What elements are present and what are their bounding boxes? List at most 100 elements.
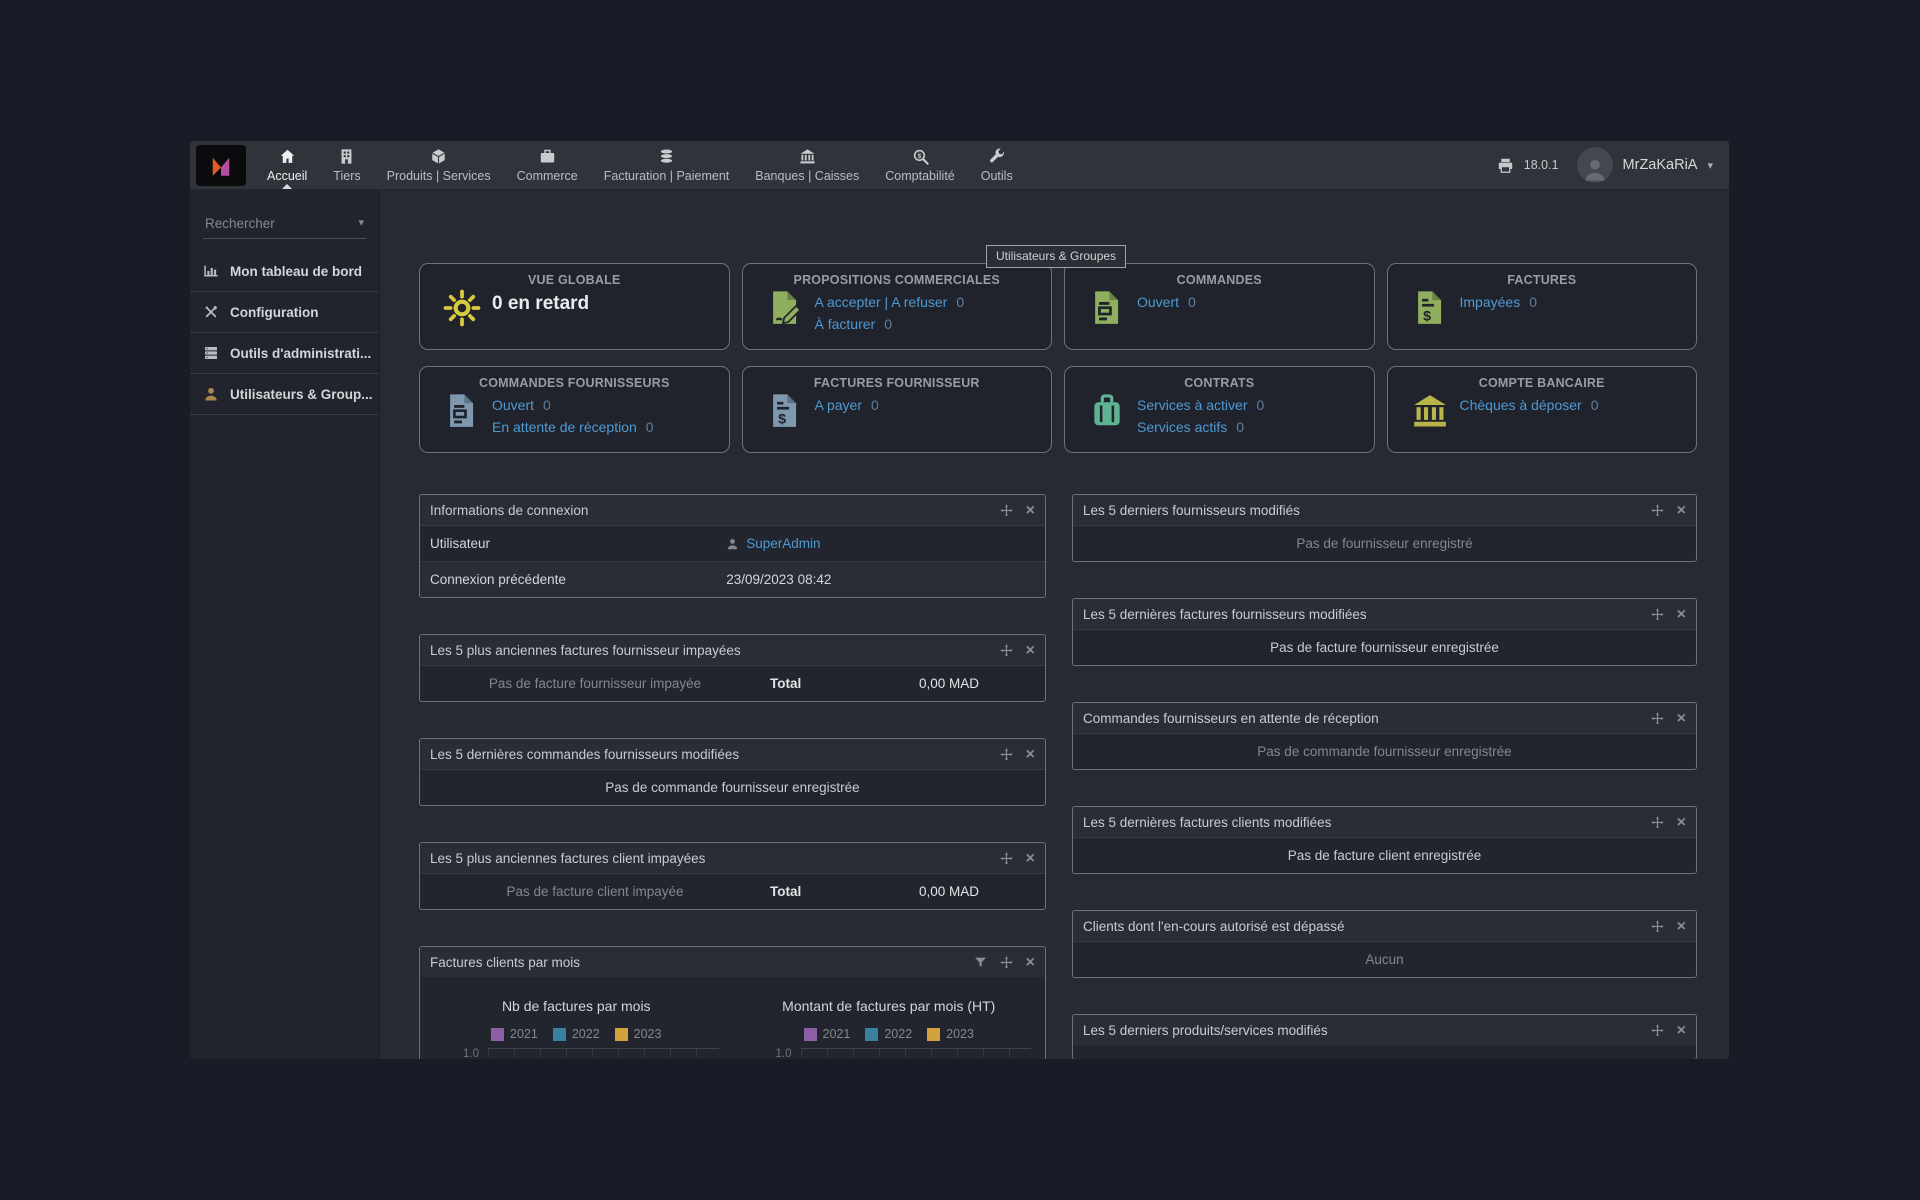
link-a-facturer[interactable]: À facturer [815, 316, 876, 332]
widget-title: Informations de connexion [430, 503, 588, 518]
printer-icon[interactable] [1497, 157, 1514, 174]
search-input[interactable] [203, 213, 366, 238]
card-contrats[interactable]: CONTRATS Services à activer0 Services ac… [1064, 366, 1375, 453]
nav-item-tiers[interactable]: Tiers [320, 141, 373, 189]
sidebar-item-configuration[interactable]: Configuration [190, 292, 379, 333]
link-a-accepter-refuser[interactable]: A accepter | A refuser [815, 294, 948, 310]
link-impayees[interactable]: Impayées [1460, 294, 1521, 310]
widget-informations-connexion: Informations de connexion × Utilisateur … [419, 494, 1046, 598]
ytick-label: 1.0 [420, 1048, 488, 1059]
sidebar-item-utilisateurs-groupes[interactable]: Utilisateurs & Group... [190, 374, 379, 415]
card-vue-globale[interactable]: VUE GLOBALE 0 en retard [419, 263, 730, 350]
move-icon[interactable] [1000, 748, 1013, 761]
nav-item-commerce[interactable]: Commerce [504, 141, 591, 189]
close-icon[interactable]: × [1026, 644, 1035, 657]
widget-title: Les 5 plus anciennes factures client imp… [430, 851, 705, 866]
nav-item-comptabilite[interactable]: Comptabilité [872, 141, 967, 189]
close-icon[interactable]: × [1677, 712, 1686, 725]
move-icon[interactable] [1000, 644, 1013, 657]
info-row-utilisateur: Utilisateur SuperAdmin [420, 525, 1045, 561]
empty-message: Pas de facture client enregistrée [1073, 837, 1696, 873]
close-icon[interactable]: × [1677, 816, 1686, 829]
close-icon[interactable]: × [1026, 956, 1035, 969]
close-icon[interactable]: × [1026, 852, 1035, 865]
sidebar-item-tableau-de-bord[interactable]: Mon tableau de bord [190, 251, 379, 292]
sidebar-item-label: Mon tableau de bord [230, 264, 362, 279]
card-commandes[interactable]: COMMANDES Ouvert0 [1064, 263, 1375, 350]
link-ouvert[interactable]: Ouvert [1137, 294, 1179, 310]
link-services-actifs[interactable]: Services actifs [1137, 419, 1227, 435]
card-factures[interactable]: FACTURES Impayées0 [1387, 263, 1698, 350]
chart-nb-factures: Nb de factures par mois 2021 2022 2023 1… [420, 998, 733, 1059]
chevron-down-icon[interactable]: ▾ [1707, 159, 1713, 172]
wrench-icon [988, 148, 1005, 165]
sidebar-item-outils-administration[interactable]: Outils d'administrati... [190, 333, 379, 374]
total-row: Pas de facture client impayée Total 0,00… [420, 873, 1045, 909]
card-propositions-commerciales[interactable]: PROPOSITIONS COMMERCIALES A accepter | A… [742, 263, 1053, 350]
empty-message: Pas de commande fournisseur enregistrée [1073, 733, 1696, 769]
nav-item-banques-caisses[interactable]: Banques | Caisses [742, 141, 872, 189]
filter-icon[interactable] [974, 956, 987, 969]
link-ouvert[interactable]: Ouvert [492, 397, 534, 413]
search-dollar-icon [912, 148, 929, 165]
cube-icon [430, 148, 447, 165]
building-icon [338, 148, 355, 165]
widgets-column-right: Les 5 derniers fournisseurs modifiés × P… [1072, 494, 1697, 1059]
move-icon[interactable] [1651, 1024, 1664, 1037]
search-caret-icon[interactable]: ▾ [358, 216, 364, 229]
move-icon[interactable] [1651, 608, 1664, 621]
link-services-a-activer[interactable]: Services à activer [1137, 397, 1247, 413]
move-icon[interactable] [1000, 852, 1013, 865]
move-icon[interactable] [1651, 920, 1664, 933]
legend-swatch-2022 [553, 1028, 566, 1041]
close-icon[interactable]: × [1026, 748, 1035, 761]
card-commandes-fournisseurs[interactable]: COMMANDES FOURNISSEURS Ouvert0 En attent… [419, 366, 730, 453]
count: 0 [956, 294, 964, 310]
close-icon[interactable]: × [1677, 1024, 1686, 1037]
close-icon[interactable]: × [1677, 504, 1686, 517]
card-title: VUE GLOBALE [420, 273, 729, 287]
tools-icon [203, 304, 219, 320]
chart-plot-area [801, 1048, 1032, 1057]
dolibarr-logo[interactable] [196, 145, 246, 186]
nav-item-accueil[interactable]: Accueil [254, 141, 320, 189]
avatar[interactable] [1577, 147, 1613, 183]
bank-icon [1411, 392, 1449, 430]
card-factures-fournisseur[interactable]: FACTURES FOURNISSEUR A payer0 [742, 366, 1053, 453]
nav-label: Outils [981, 169, 1013, 183]
chart-axis: 1.0 [420, 1048, 733, 1059]
file-lines-icon [1088, 289, 1126, 327]
main-menu: Accueil Tiers Produits | Services Commer… [254, 141, 1026, 189]
legend-swatch-2021 [804, 1028, 817, 1041]
nav-item-outils[interactable]: Outils [968, 141, 1026, 189]
close-icon[interactable]: × [1677, 608, 1686, 621]
chart-legend: 2021 2022 2023 [420, 1027, 733, 1041]
empty-message: Pas de fournisseur enregistré [1073, 525, 1696, 561]
link-a-payer[interactable]: A payer [815, 397, 862, 413]
widget-clients-en-cours-depasse: Clients dont l'en-cours autorisé est dép… [1072, 910, 1697, 978]
move-icon[interactable] [1000, 956, 1013, 969]
empty-message: Aucun [1073, 941, 1696, 977]
widget-commandes-fournisseurs-modifiees: Les 5 dernières commandes fournisseurs m… [419, 738, 1046, 806]
move-icon[interactable] [1651, 816, 1664, 829]
total-row: Pas de facture fournisseur impayée Total… [420, 665, 1045, 701]
legend-label: 2022 [572, 1027, 600, 1041]
nav-item-produits-services[interactable]: Produits | Services [374, 141, 504, 189]
close-icon[interactable]: × [1026, 504, 1035, 517]
move-icon[interactable] [1000, 504, 1013, 517]
card-compte-bancaire[interactable]: COMPTE BANCAIRE Chèques à déposer0 [1387, 366, 1698, 453]
row-label: Connexion précédente [420, 572, 726, 587]
widget-dernieres-factures-fournisseurs: Les 5 dernières factures fournisseurs mo… [1072, 598, 1697, 666]
link-cheques-a-deposer[interactable]: Chèques à déposer [1460, 397, 1582, 413]
count: 0 [1188, 294, 1196, 310]
username[interactable]: MrZaKaRiA [1623, 157, 1698, 173]
superadmin-link[interactable]: SuperAdmin [746, 536, 820, 551]
empty-message: Pas de facture fournisseur enregistrée [1073, 629, 1696, 665]
nav-item-facturation-paiement[interactable]: Facturation | Paiement [591, 141, 743, 189]
close-icon[interactable]: × [1677, 920, 1686, 933]
link-en-attente-reception[interactable]: En attente de réception [492, 419, 637, 435]
move-icon[interactable] [1651, 712, 1664, 725]
widgets-area: Informations de connexion × Utilisateur … [419, 494, 1697, 1059]
legend-label: 2021 [823, 1027, 851, 1041]
move-icon[interactable] [1651, 504, 1664, 517]
